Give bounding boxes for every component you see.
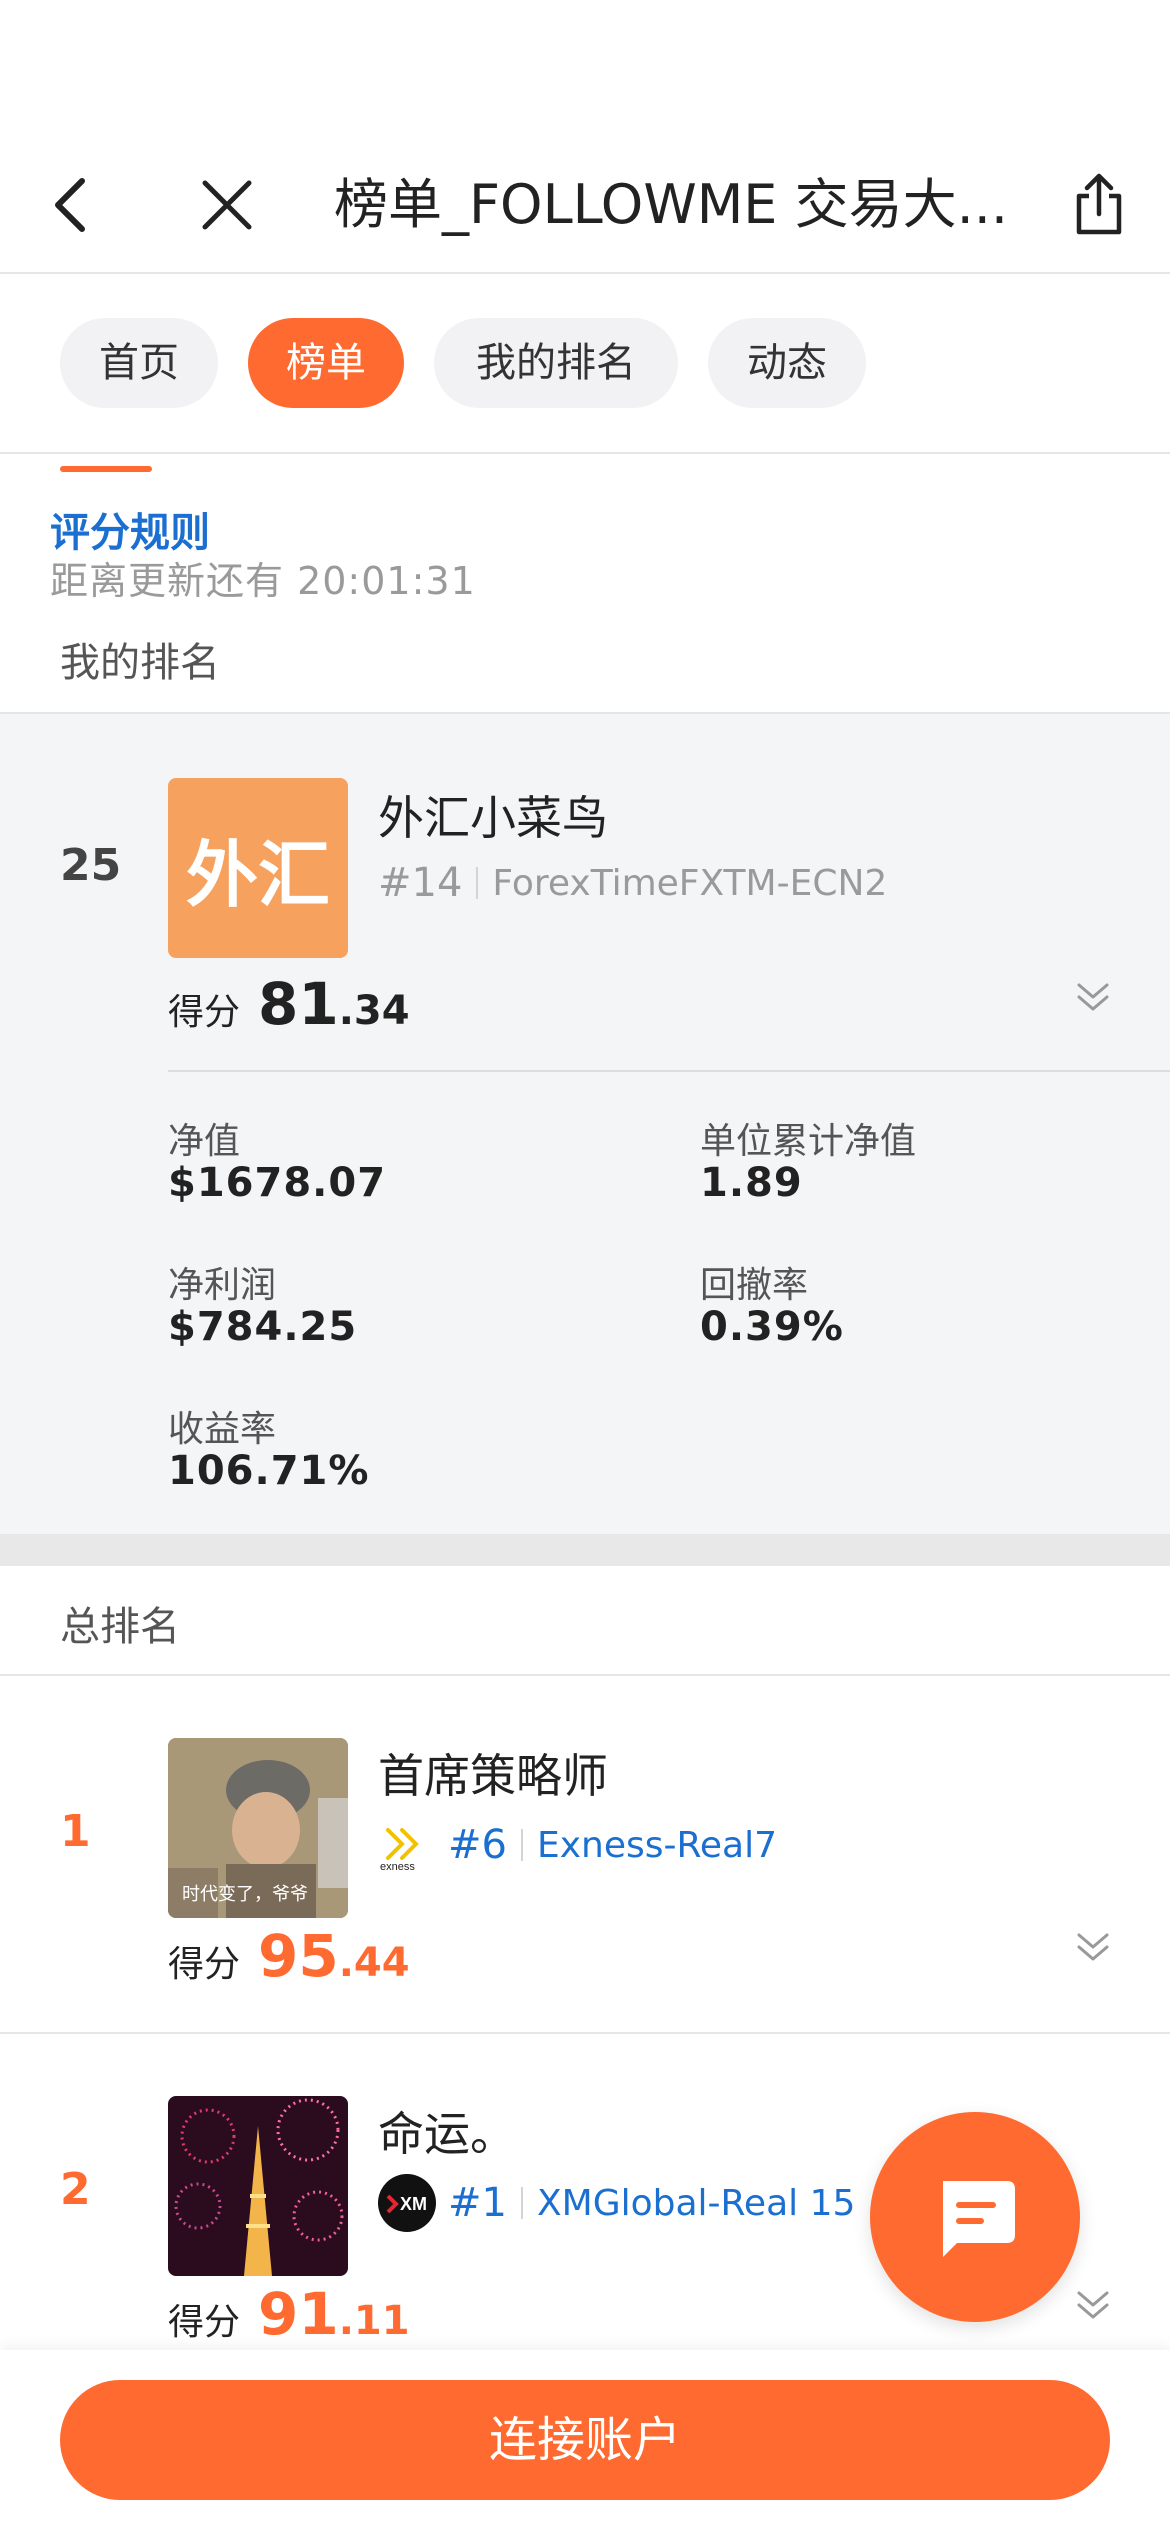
stat-label: 单位累计净值 (700, 1121, 917, 1162)
chevron-down-icon[interactable] (1068, 1922, 1118, 1972)
stat-value: $784.25 (168, 1304, 358, 1350)
svg-text:XM: XM (400, 2194, 427, 2214)
tab-bar: 首页 榜单 我的排名 动态 (0, 276, 1170, 454)
stat-label: 净值 (168, 1121, 241, 1162)
bottom-bar: 连接账户 (0, 2350, 1170, 2532)
tab-home[interactable]: 首页 (60, 318, 218, 408)
score-integer: 91 (258, 2280, 339, 2348)
score: 得分 91 .11 (168, 2280, 410, 2348)
broker-server[interactable]: Exness-Real7 (537, 1825, 777, 1866)
rank-number: 2 (60, 2164, 91, 2215)
stat-label: 净利润 (168, 1265, 277, 1306)
score-decimal: .44 (338, 1940, 410, 1986)
avatar: 时代变了，爷爷 (168, 1738, 348, 1918)
chat-bubble-icon[interactable] (870, 2112, 1080, 2322)
tab-leaderboard[interactable]: 榜单 (248, 318, 404, 408)
stat-value: 106.71% (168, 1448, 370, 1494)
account-meta: XM #1 XMGlobal-Real 15 (378, 2174, 855, 2232)
rank-number: 1 (60, 1806, 91, 1857)
page-title: 榜单_FOLLOWME 交易大... (334, 173, 1009, 236)
svg-text:exness: exness (380, 1861, 415, 1873)
chevron-down-icon[interactable] (1068, 2280, 1118, 2330)
trader-name[interactable]: 外汇小菜鸟 (378, 782, 608, 848)
total-rank-heading: 总排名 (60, 1604, 180, 1650)
tab-active-indicator (60, 466, 152, 472)
stat-label: 收益率 (168, 1409, 277, 1450)
separator (476, 867, 479, 899)
trader-name[interactable]: 首席策略师 (378, 1740, 608, 1806)
close-icon[interactable] (192, 170, 262, 240)
avatar (168, 2096, 348, 2276)
account-rank: #14 (378, 860, 463, 906)
chevron-down-icon[interactable] (1068, 972, 1118, 1022)
stat-label: 回撤率 (700, 1265, 809, 1306)
score-integer: 81 (258, 970, 339, 1038)
chevron-left-icon[interactable] (40, 170, 100, 240)
section-gap (0, 1534, 1170, 1566)
account-meta: exness #6 Exness-Real7 (378, 1816, 777, 1874)
score-label: 得分 (168, 992, 241, 1033)
separator (520, 1829, 523, 1861)
separator (520, 2187, 523, 2219)
xm-logo-icon: XM (378, 2174, 436, 2232)
rank-number: 25 (60, 840, 122, 891)
account-rank: #6 (448, 1822, 507, 1868)
top-nav-bar: 榜单_FOLLOWME 交易大... (0, 0, 1170, 274)
trader-name[interactable]: 命运。 (378, 2098, 516, 2164)
share-icon[interactable] (1064, 168, 1134, 242)
score: 得分 95 .44 (168, 1922, 410, 1990)
connect-account-button[interactable]: 连接账户 (60, 2380, 1110, 2500)
list-item[interactable]: 1 时代变了，爷爷 首席策略师 exness #6 Exness-Real7 得… (0, 1676, 1170, 2032)
stat-value: 0.39% (700, 1304, 844, 1350)
tab-activity[interactable]: 动态 (708, 318, 866, 408)
score: 得分 81 .34 (168, 970, 410, 1038)
my-rank-heading: 我的排名 (60, 640, 220, 686)
broker-server: ForexTimeFXTM-ECN2 (492, 862, 888, 904)
account-meta: #14 ForexTimeFXTM-ECN2 (378, 860, 887, 906)
divider (168, 1070, 1170, 1072)
stat-value: 1.89 (700, 1160, 803, 1206)
score-decimal: .34 (338, 988, 410, 1034)
update-countdown: 距离更新还有 20:01:31 (50, 559, 476, 603)
score-decimal: .11 (338, 2298, 410, 2344)
photo-caption: 时代变了，爷爷 (182, 1884, 308, 1905)
broker-server[interactable]: XMGlobal-Real 15 (537, 2183, 855, 2224)
avatar: 外汇 (168, 778, 348, 958)
score-label: 得分 (168, 2302, 241, 2343)
stat-value: $1678.07 (168, 1160, 387, 1206)
my-rank-card[interactable]: 25 外汇 外汇小菜鸟 #14 ForexTimeFXTM-ECN2 得分 81… (0, 712, 1170, 1534)
score-integer: 95 (258, 1922, 339, 1990)
score-label: 得分 (168, 1944, 241, 1985)
account-rank: #1 (448, 2180, 507, 2226)
tab-my-ranking[interactable]: 我的排名 (434, 318, 678, 408)
exness-logo-icon: exness (378, 1816, 436, 1874)
